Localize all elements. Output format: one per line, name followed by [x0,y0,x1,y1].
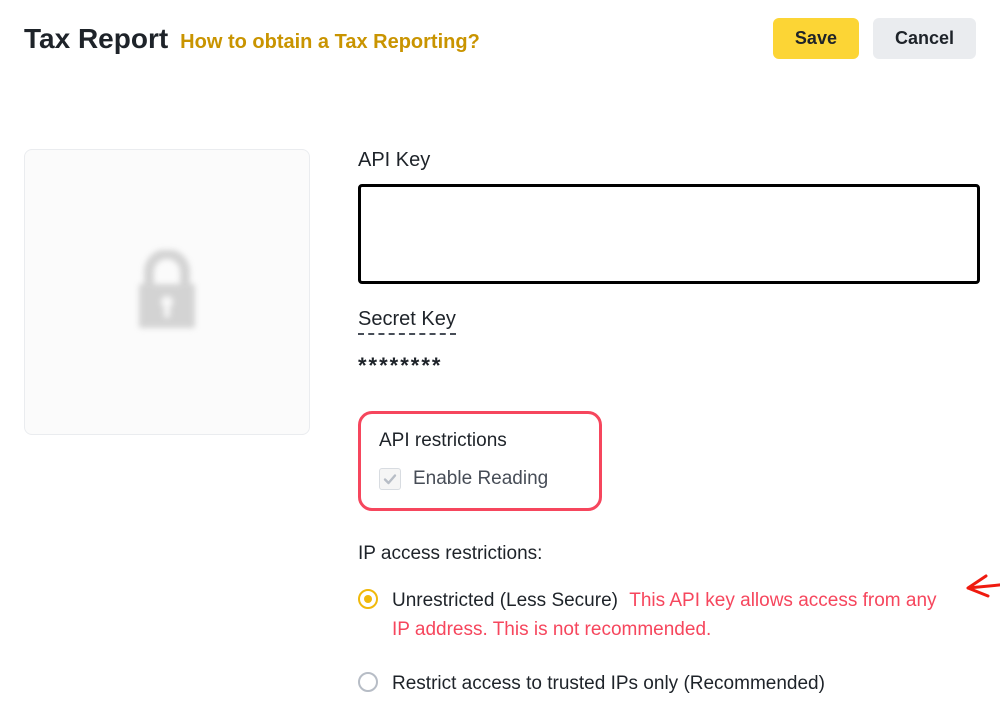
enable-reading-label: Enable Reading [413,468,548,490]
qr-placeholder-card [24,149,310,435]
secret-key-value: ******** [358,353,980,379]
enable-reading-checkbox[interactable] [379,468,401,490]
ip-option-unrestricted-radio[interactable] [358,589,378,609]
ip-option-trusted-label: Restrict access to trusted IPs only (Rec… [392,673,825,694]
ip-option-unrestricted-label: Unrestricted (Less Secure) [392,590,618,611]
secret-key-label: Secret Key [358,308,456,331]
ip-option-trusted-radio[interactable] [358,672,378,692]
ip-option-trusted-text: Restrict access to trusted IPs only (Rec… [392,670,825,699]
api-key-input[interactable] [358,184,980,284]
ip-restrictions-title: IP access restrictions: [358,543,980,565]
cancel-button[interactable]: Cancel [873,18,976,59]
page-title: Tax Report [24,23,168,55]
save-button[interactable]: Save [773,18,859,59]
api-restrictions-callout: API restrictions Enable Reading [358,411,602,511]
lock-icon [135,250,199,335]
api-key-label: API Key [358,149,980,172]
api-restrictions-title: API restrictions [379,430,583,452]
help-link[interactable]: How to obtain a Tax Reporting? [180,31,480,54]
ip-option-unrestricted-text: Unrestricted (Less Secure) This API key … [392,587,952,644]
